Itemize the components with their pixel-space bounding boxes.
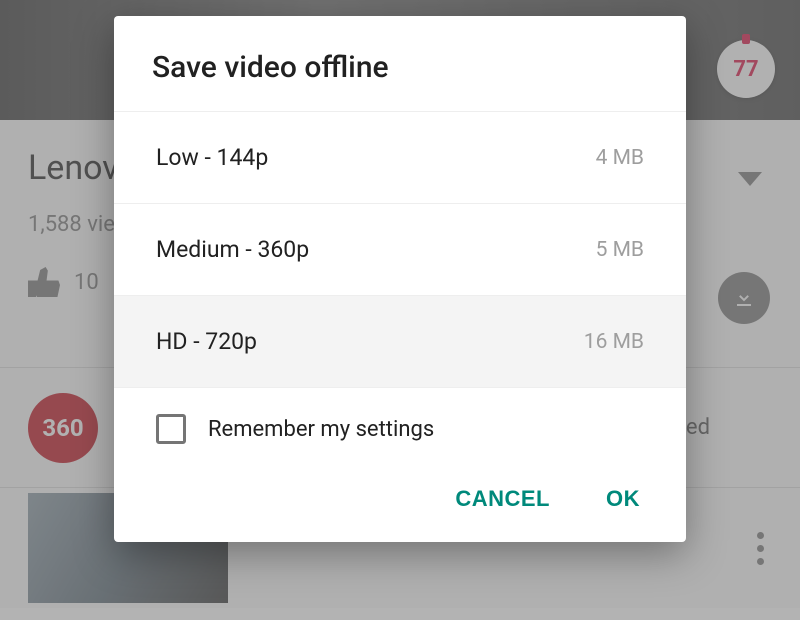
save-offline-dialog: Save video offline Low - 144p 4 MB Mediu…: [114, 16, 686, 542]
quality-option-size: 16 MB: [584, 330, 644, 354]
quality-option-size: 5 MB: [596, 238, 644, 262]
quality-option-label: HD - 720p: [156, 328, 257, 355]
quality-option-hd[interactable]: HD - 720p 16 MB: [114, 295, 686, 387]
quality-option-size: 4 MB: [596, 146, 644, 170]
remember-checkbox[interactable]: [156, 414, 186, 444]
dialog-actions: CANCEL OK: [114, 462, 686, 542]
remember-label: Remember my settings: [208, 417, 434, 442]
dialog-title: Save video offline: [114, 16, 686, 111]
ok-button[interactable]: OK: [606, 486, 640, 512]
quality-option-label: Low - 144p: [156, 144, 268, 171]
quality-option-low[interactable]: Low - 144p 4 MB: [114, 111, 686, 203]
quality-option-medium[interactable]: Medium - 360p 5 MB: [114, 203, 686, 295]
cancel-button[interactable]: CANCEL: [455, 486, 550, 512]
remember-row: Remember my settings: [114, 387, 686, 462]
quality-option-label: Medium - 360p: [156, 236, 309, 263]
